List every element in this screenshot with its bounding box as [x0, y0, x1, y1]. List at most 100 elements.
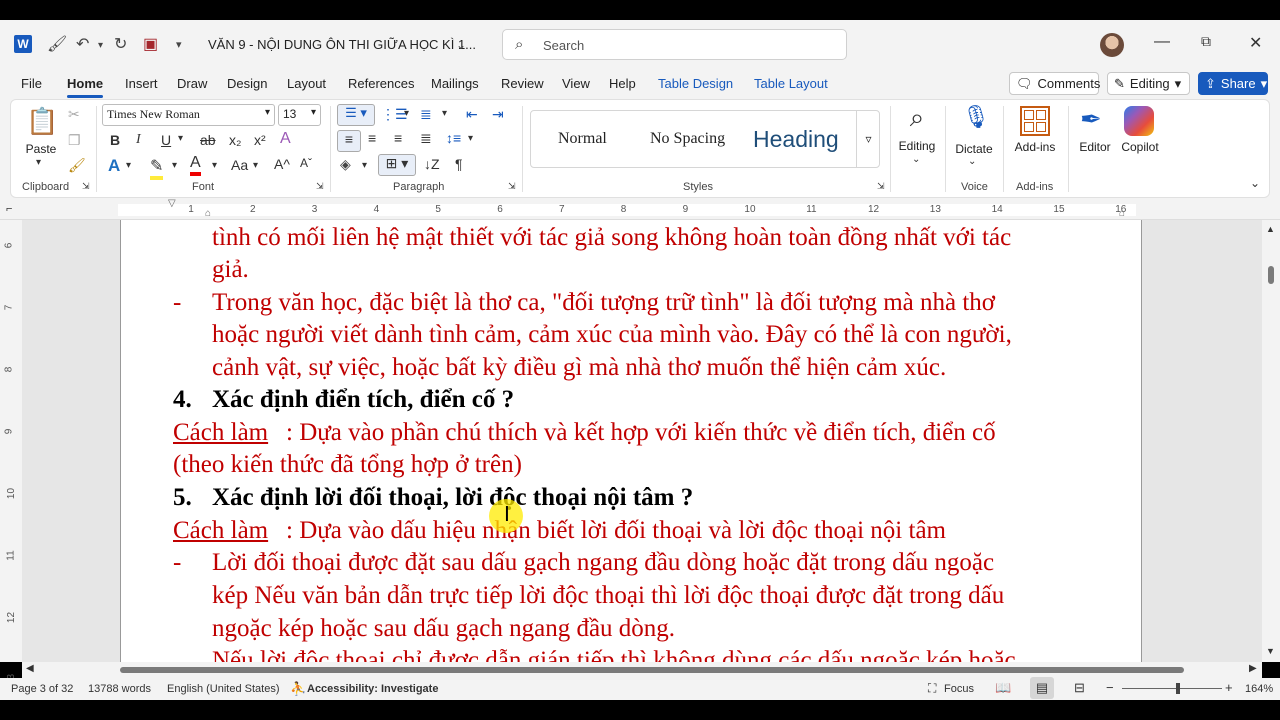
- undo-icon[interactable]: ↶: [76, 34, 89, 54]
- zoom-slider-thumb[interactable]: [1176, 683, 1180, 694]
- horizontal-scrollbar[interactable]: ◀ ▶: [22, 662, 1262, 678]
- font-launcher-icon[interactable]: ⇲: [316, 181, 324, 192]
- redo-icon[interactable]: ↻: [114, 34, 127, 54]
- show-formatting-icon[interactable]: ¶: [455, 156, 463, 172]
- tab-file[interactable]: File: [21, 76, 42, 91]
- paste-label[interactable]: Paste: [24, 142, 58, 156]
- bold-icon[interactable]: B: [110, 132, 120, 148]
- zoom-in-icon[interactable]: +: [1225, 680, 1233, 695]
- heading-number[interactable]: 5.: [173, 482, 192, 515]
- minimize-icon[interactable]: —: [1154, 33, 1170, 51]
- paragraph-line[interactable]: giả.: [212, 254, 249, 287]
- clipboard-launcher-icon[interactable]: ⇲: [82, 181, 90, 192]
- shading-dropdown-icon[interactable]: ▾: [362, 160, 367, 171]
- change-case-icon[interactable]: Aa: [231, 157, 248, 173]
- comments-button[interactable]: 🗨 Comments: [1009, 72, 1100, 95]
- copy-icon[interactable]: ❐: [68, 132, 81, 149]
- tab-table-design[interactable]: Table Design: [658, 76, 733, 91]
- addins-label[interactable]: Add-ins: [1010, 140, 1060, 154]
- change-case-dropdown-icon[interactable]: ▾: [253, 160, 258, 171]
- paragraph-line[interactable]: kép Nếu văn bản dẫn trực tiếp lời độc th…: [212, 580, 1004, 613]
- document-canvas[interactable]: tình có mối liên hệ mật thiết với tác gi…: [22, 220, 1262, 662]
- vertical-scroll-thumb[interactable]: [1268, 266, 1274, 284]
- paragraph-line[interactable]: : Dựa vào phần chú thích và kết hợp với …: [286, 417, 996, 450]
- avatar[interactable]: [1100, 33, 1124, 57]
- heading-4[interactable]: Xác định điển tích, điển cố ?: [212, 384, 514, 417]
- highlight-dropdown-icon[interactable]: ▾: [172, 160, 177, 171]
- find-magnifier-icon[interactable]: ⌕: [900, 102, 934, 134]
- method-label[interactable]: Cách làm: [173, 417, 268, 450]
- tab-selector-icon[interactable]: ⌐: [6, 203, 12, 215]
- autosave-brush-icon[interactable]: 🖌: [47, 34, 67, 54]
- left-indent-marker-icon[interactable]: ⌂: [205, 208, 211, 219]
- paragraph-line[interactable]: : Dựa vào dấu hiệu nhận biết lời đối tho…: [286, 515, 946, 548]
- accessibility-status[interactable]: Accessibility: Investigate: [307, 683, 438, 695]
- clear-formatting-icon[interactable]: A: [280, 130, 291, 148]
- tab-draw[interactable]: Draw: [177, 76, 207, 91]
- addins-grid-icon[interactable]: [1020, 106, 1050, 136]
- first-line-indent-marker-icon[interactable]: ▽: [168, 198, 176, 209]
- method-label[interactable]: Cách làm: [173, 515, 268, 548]
- borders-icon[interactable]: ⊞ ▾: [378, 154, 416, 176]
- dictate-label[interactable]: Dictate: [951, 142, 997, 156]
- style-normal[interactable]: Normal: [558, 130, 607, 148]
- title-chevron-down-icon[interactable]: ⌄: [456, 38, 466, 52]
- document-page[interactable]: tình có mối liên hệ mật thiết với tác gi…: [120, 220, 1142, 662]
- justify-icon[interactable]: ≣: [420, 130, 432, 147]
- paragraph-launcher-icon[interactable]: ⇲: [508, 181, 516, 192]
- strikethrough-icon[interactable]: ab: [200, 132, 216, 148]
- scroll-right-icon[interactable]: ▶: [1249, 663, 1257, 674]
- multilevel-dropdown-icon[interactable]: ▾: [442, 108, 447, 119]
- copilot-label[interactable]: Copilot: [1116, 140, 1164, 154]
- underline-dropdown-icon[interactable]: ▾: [178, 133, 183, 144]
- editing-mode-button[interactable]: ✎ Editing ▾: [1107, 72, 1190, 95]
- paste-dropdown-icon[interactable]: ▾: [36, 157, 41, 168]
- paste-icon[interactable]: 📋: [26, 106, 58, 138]
- editor-label[interactable]: Editor: [1074, 140, 1116, 154]
- font-color-icon[interactable]: A: [190, 154, 201, 176]
- style-no-spacing[interactable]: No Spacing: [650, 130, 725, 148]
- tab-review[interactable]: Review: [501, 76, 544, 91]
- sort-icon[interactable]: ↓Z: [424, 156, 440, 172]
- paragraph-line[interactable]: tình có mối liên hệ mật thiết với tác gi…: [212, 222, 1011, 255]
- italic-icon[interactable]: I: [136, 132, 141, 148]
- underline-icon[interactable]: U: [161, 132, 171, 148]
- highlight-icon[interactable]: ✎: [150, 156, 164, 180]
- editing-dropdown-icon[interactable]: ⌄: [912, 154, 920, 165]
- heading-number[interactable]: 4.: [173, 384, 192, 417]
- undo-dropdown-icon[interactable]: ▾: [98, 40, 103, 51]
- heading-5[interactable]: Xác định lời đối thoại, lời độc thoại nộ…: [212, 482, 693, 515]
- tab-insert[interactable]: Insert: [125, 76, 158, 91]
- paragraph-line[interactable]: (theo kiến thức đã tổng hợp ở trên): [173, 449, 522, 482]
- line-spacing-icon[interactable]: ↕≡: [446, 130, 461, 146]
- web-layout-icon[interactable]: ⊟: [1074, 680, 1085, 696]
- tab-layout[interactable]: Layout: [287, 76, 326, 91]
- decrease-indent-icon[interactable]: ⇤: [466, 106, 478, 123]
- vertical-scrollbar[interactable]: ▲ ▼: [1262, 220, 1280, 662]
- tab-home[interactable]: Home: [67, 76, 103, 91]
- tab-references[interactable]: References: [348, 76, 414, 91]
- page-count[interactable]: Page 3 of 32: [11, 683, 73, 695]
- styles-more-icon[interactable]: ▿: [856, 110, 880, 168]
- align-right-icon[interactable]: ≡: [394, 130, 402, 146]
- paragraph-line[interactable]: Nếu lời độc thoại chỉ được dẫn gián tiếp…: [212, 645, 1016, 662]
- document-body[interactable]: tình có mối liên hệ mật thiết với tác gi…: [121, 220, 1141, 662]
- read-mode-icon[interactable]: 📖: [995, 680, 1011, 696]
- editing-label[interactable]: Editing: [894, 139, 940, 153]
- shading-icon[interactable]: ◈: [340, 156, 351, 173]
- language-indicator[interactable]: English (United States): [167, 683, 280, 695]
- scroll-down-icon[interactable]: ▼: [1266, 646, 1275, 656]
- zoom-slider-track[interactable]: [1122, 688, 1222, 689]
- search-input[interactable]: ⌕ Search: [502, 29, 847, 60]
- superscript-icon[interactable]: x²: [254, 132, 266, 148]
- style-heading[interactable]: Heading: [753, 126, 839, 153]
- share-button[interactable]: ⇪ Share ▾: [1198, 72, 1268, 95]
- font-color-dropdown-icon[interactable]: ▾: [212, 160, 217, 171]
- tab-table-layout[interactable]: Table Layout: [754, 76, 828, 91]
- scroll-left-icon[interactable]: ◀: [26, 663, 34, 674]
- paragraph-line[interactable]: Trong văn học, đặc biệt là thơ ca, "đối …: [212, 287, 995, 320]
- document-title[interactable]: VĂN 9 - NỘI DUNG ÔN THI GIỮA HỌC KÌ 1...: [208, 37, 476, 52]
- cut-icon[interactable]: ✂: [68, 106, 80, 123]
- word-count[interactable]: 13788 words: [88, 683, 151, 695]
- tab-view[interactable]: View: [562, 76, 590, 91]
